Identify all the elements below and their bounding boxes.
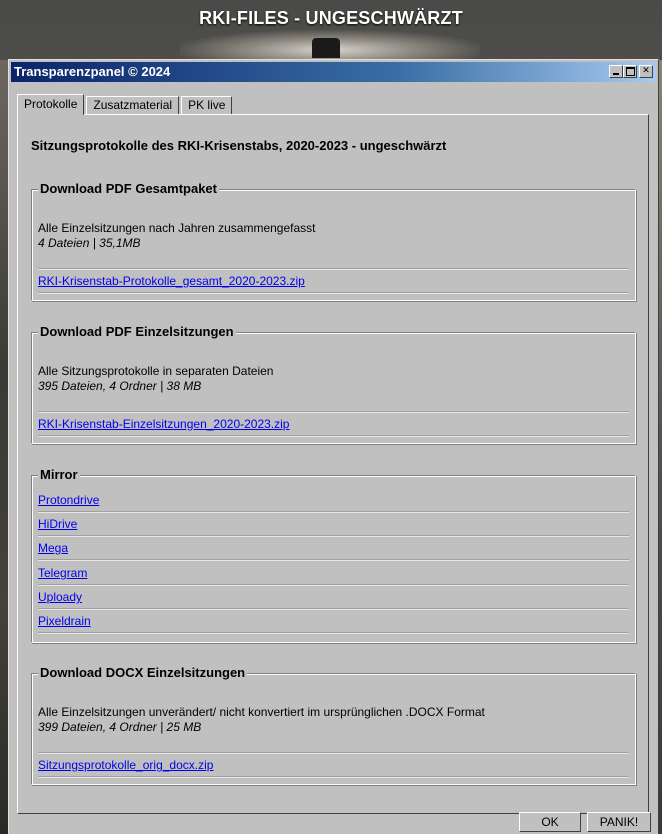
download-link-einzelsitzungen[interactable]: RKI-Krisenstab-Einzelsitzungen_2020-2023… [38,417,289,431]
tab-protokolle[interactable]: Protokolle [17,94,85,115]
window-controls: ✕ [609,65,653,78]
divider [38,559,629,561]
group-title: Download PDF Gesamtpaket [38,181,219,196]
divider [38,608,629,610]
ok-button[interactable]: OK [519,812,581,832]
tab-pk-live[interactable]: PK live [181,96,233,115]
group-title: Download DOCX Einzelsitzungen [38,665,248,680]
minimize-icon[interactable] [609,65,623,78]
transparenzpanel-window: Transparenzpanel © 2024 ✕ Protokolle Zus… [8,59,659,834]
divider [38,435,629,437]
tab-zusatzmaterial[interactable]: Zusatzmaterial [86,96,180,115]
mirror-link-telegram[interactable]: Telegram [38,566,87,580]
mirror-link-hidrive[interactable]: HiDrive [38,517,77,531]
group-docx-einzelsitzungen: Download DOCX Einzelsitzungen Alle Einze… [31,665,636,785]
download-link-docx[interactable]: Sitzungsprotokolle_orig_docx.zip [38,758,213,772]
divider [38,268,629,270]
mirror-link-pixeldrain[interactable]: Pixeldrain [38,614,91,628]
mirror-link-mega[interactable]: Mega [38,541,68,555]
group-meta: 399 Dateien, 4 Ordner | 25 MB [38,720,202,734]
site-title: RKI-FILES - UNGESCHWÄRZT [199,8,463,28]
divider [38,292,629,294]
mirror-link-protondrive[interactable]: Protondrive [38,493,99,507]
divider [38,535,629,537]
tab-panel-protokolle: Sitzungsprotokolle des RKI-Krisenstabs, … [17,114,649,814]
group-description: Alle Einzelsitzungen unverändert/ nicht … [38,705,485,719]
divider [38,752,629,754]
group-pdf-einzelsitzungen: Download PDF Einzelsitzungen Alle Sitzun… [31,324,636,444]
window-title: Transparenzpanel © 2024 [14,64,171,79]
group-description: Alle Einzelsitzungen nach Jahren zusamme… [38,221,316,235]
page-heading: Sitzungsprotokolle des RKI-Krisenstabs, … [31,138,447,153]
group-pdf-gesamtpaket: Download PDF Gesamtpaket Alle Einzelsitz… [31,181,636,301]
group-meta: 4 Dateien | 35,1MB [38,236,141,250]
divider [38,411,629,413]
close-icon[interactable]: ✕ [639,65,653,78]
group-title: Mirror [38,467,80,482]
group-meta: 395 Dateien, 4 Ordner | 38 MB [38,379,202,393]
tab-strip: Protokolle Zusatzmaterial PK live [17,94,234,115]
divider [38,632,629,634]
background-lamp [312,38,340,58]
panic-button[interactable]: PANIK! [587,812,651,832]
download-link-gesamt[interactable]: RKI-Krisenstab-Protokolle_gesamt_2020-20… [38,274,305,288]
group-title: Download PDF Einzelsitzungen [38,324,236,339]
divider [38,584,629,586]
divider [38,511,629,513]
divider [38,776,629,778]
maximize-icon[interactable] [623,65,637,78]
window-titlebar[interactable]: Transparenzpanel © 2024 ✕ [11,62,656,82]
group-mirror: Mirror Protondrive HiDrive Mega Telegram… [31,467,636,643]
mirror-link-uploady[interactable]: Uploady [38,590,82,604]
group-description: Alle Sitzungsprotokolle in separaten Dat… [38,364,274,378]
